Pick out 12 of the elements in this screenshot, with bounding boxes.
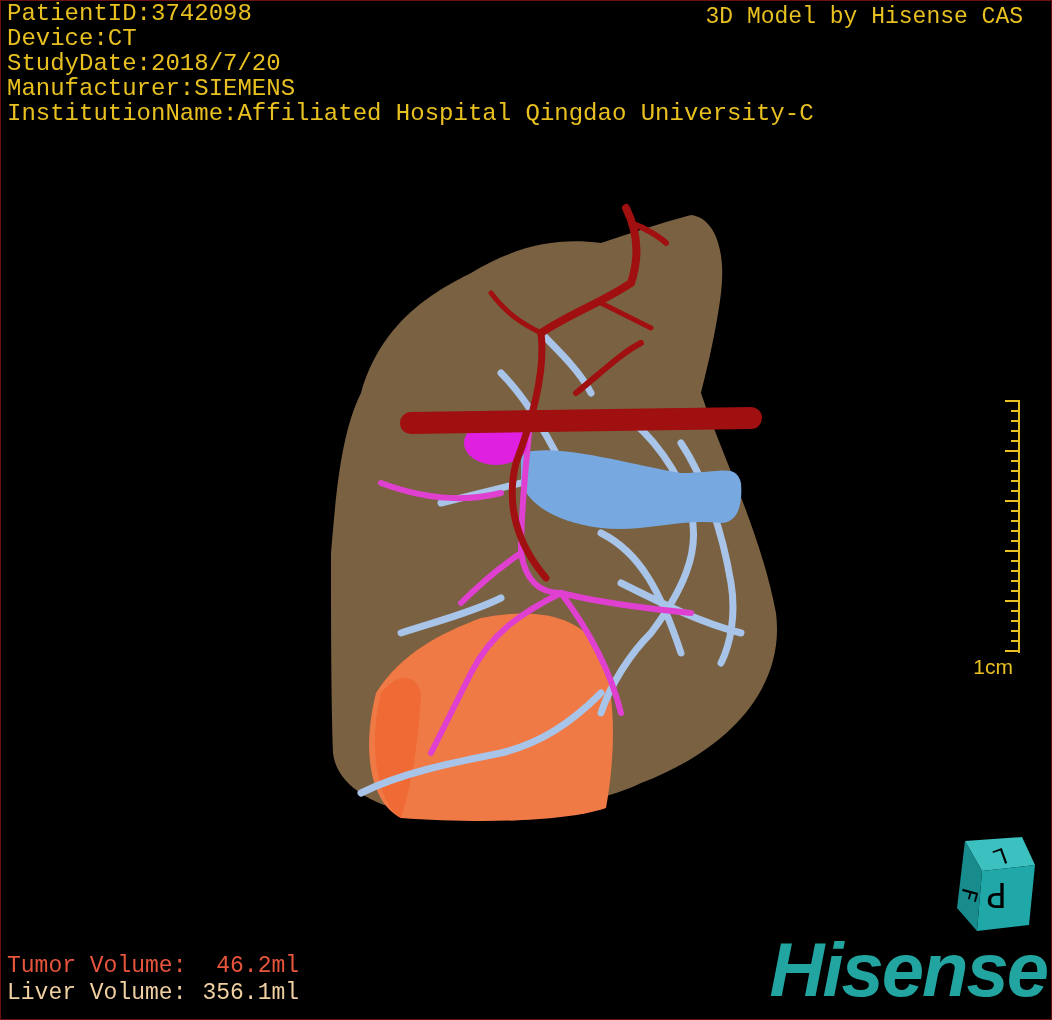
info-text: InstitutionName:Affiliated Hospital Qingdao University-C bbox=[7, 101, 814, 126]
volume-value: 46.2ml bbox=[215, 953, 300, 980]
volume-label: Liver Volume: bbox=[7, 980, 187, 1007]
logo: Hisense bbox=[769, 933, 1048, 1007]
volume-value: 356.1ml bbox=[202, 980, 300, 1007]
info-text: PatientID:3742098 bbox=[7, 1, 252, 26]
info-text: Device:CT bbox=[7, 26, 137, 51]
app-title: 3D Model by Hisense CAS bbox=[705, 3, 1023, 32]
scale-label: 1cm bbox=[973, 655, 1013, 679]
volume-label: Tumor Volume: bbox=[7, 953, 187, 980]
info-text: Manufacturer:SIEMENS bbox=[7, 76, 296, 101]
info-text: StudyDate:2018/7/20 bbox=[7, 51, 281, 76]
